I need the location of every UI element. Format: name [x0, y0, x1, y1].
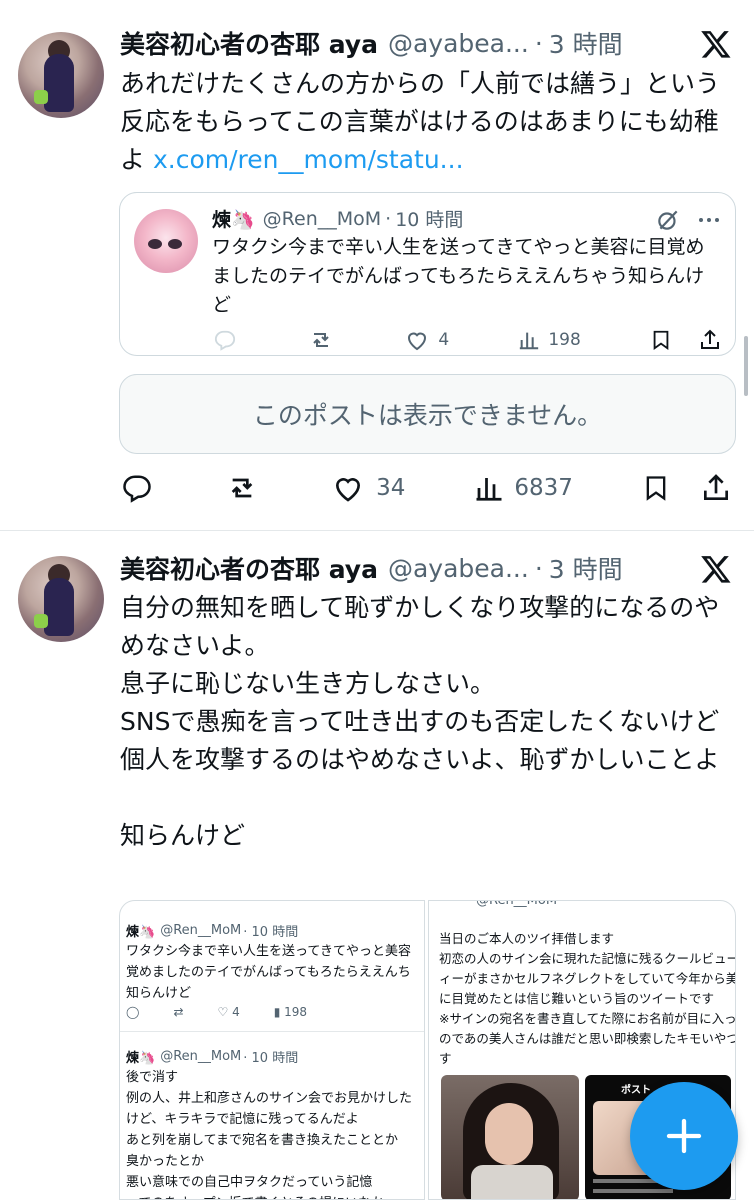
quote-time: 10 時間 — [395, 209, 464, 231]
media-right-header: @Ren__MoM — [471, 900, 558, 908]
media-tweet1-text: ワタクシ今まで辛い人生を送ってきてやっと美容 覚めましたのテイでがんばってもろた… — [126, 944, 411, 1001]
author-handle[interactable]: @ayabea... — [388, 29, 529, 58]
author-name[interactable]: 美容初心者の杏耶 aya — [120, 25, 378, 61]
post-time[interactable]: 3 時間 — [549, 25, 623, 61]
post-header: 美容初心者の杏耶 aya @ayabea... · 3 時間 — [120, 551, 623, 585]
unavailable-post-notice: このポストは表示できません。 — [119, 374, 736, 454]
media-tweet1-like-count: 4 — [232, 1005, 240, 1019]
share-icon[interactable] — [700, 472, 732, 504]
quoted-post[interactable]: 煉🦄 @Ren__MoM · 10 時間 ワタクシ今まで辛い人生を送ってきてやっ… — [119, 192, 736, 356]
compose-button[interactable] — [630, 1082, 738, 1190]
quote-text: ワタクシ今まで辛い人生を送ってきてやっと美容に目覚めましたのテイでがんばってもろ… — [212, 236, 705, 316]
reply-icon[interactable] — [120, 473, 154, 503]
quote-header: 煉🦄 @Ren__MoM · 10 時間 — [212, 205, 463, 232]
media-tweet1-time: · 10 時間 — [243, 925, 299, 940]
post-header: 美容初心者の杏耶 aya @ayabea... · 3 時間 — [120, 26, 623, 60]
repost-icon[interactable] — [307, 328, 335, 352]
quote-like[interactable]: 4 — [404, 328, 449, 352]
bookmark-icon[interactable] — [650, 328, 672, 352]
woman-photo — [441, 1075, 579, 1199]
media-tweet1-likes: ♡ 4 — [217, 1005, 240, 1019]
post-1[interactable]: 美容初心者の杏耶 aya @ayabea... · 3 時間 あれだけたくさんの… — [0, 0, 754, 530]
like-button[interactable]: 34 — [330, 472, 405, 504]
plus-icon — [666, 1118, 702, 1154]
quote-link[interactable]: x.com/ren__mom/statu... — [153, 145, 464, 174]
like-icon[interactable] — [330, 472, 366, 504]
avatar[interactable] — [18, 32, 104, 118]
right-actions — [642, 472, 732, 504]
more-icon[interactable] — [697, 208, 721, 232]
separator-dot: · — [385, 207, 392, 230]
reply-icon[interactable] — [212, 329, 238, 351]
post-time[interactable]: 3 時間 — [549, 550, 623, 586]
repost-icon[interactable] — [223, 472, 261, 504]
author-handle[interactable]: @ayabea... — [388, 554, 529, 583]
quote-view-count: 198 — [548, 330, 581, 350]
scrollbar[interactable] — [744, 336, 748, 396]
x-logo-icon[interactable] — [700, 553, 732, 585]
quote-like-count: 4 — [438, 330, 450, 350]
bookmark-icon[interactable] — [642, 472, 670, 504]
media-tweet2-text: 後で消す 例の人、井上和彦さんのサイン会でお見かけした けど、キラキラで記憶に残… — [126, 1070, 413, 1199]
media-tweet2-header: 煉🦄 @Ren__MoM · 10 時間 — [126, 1047, 298, 1066]
views-icon — [476, 478, 502, 501]
media-tweet1-handle: @Ren__MoM — [160, 923, 242, 938]
quote-avatar[interactable] — [134, 209, 198, 273]
views-icon — [520, 332, 539, 350]
share-icon[interactable] — [698, 328, 722, 352]
media-right-handle: @Ren__MoM — [476, 900, 558, 908]
media-tweet1-view-count: 198 — [284, 1005, 308, 1019]
quote-views[interactable]: 198 — [518, 329, 581, 351]
phone-screenshot-label: ポスト — [621, 1085, 651, 1096]
x-logo-icon[interactable] — [700, 28, 732, 60]
media-tweet1-actions: ◯ ⇄ ♡ 4 ▮ 198 — [126, 1005, 307, 1019]
media-image-left[interactable]: 煉🦄 @Ren__MoM · 10 時間 ワタクシ今まで辛い人生を送ってきてやっ… — [119, 900, 425, 1200]
quote-author-name[interactable]: 煉🦄 — [212, 205, 255, 232]
separator-dot: · — [534, 28, 543, 58]
quote-top-icons — [655, 207, 721, 233]
view-count: 6837 — [514, 475, 573, 501]
quote-right-actions — [650, 328, 722, 352]
like-icon[interactable] — [404, 328, 430, 352]
reply-icon: ◯ — [126, 1005, 140, 1019]
grok-icon[interactable] — [655, 207, 681, 233]
author-name[interactable]: 美容初心者の杏耶 aya — [120, 550, 378, 586]
avatar[interactable] — [18, 556, 104, 642]
media-right-text: 当日のご本人のツイ拝借します 初恋の人のサイン会に現れた記憶に残るクールビューテ… — [439, 931, 736, 1066]
media-tweet2-name: 煉🦄 — [126, 1051, 156, 1066]
quote-action-bar: 4 198 — [212, 327, 722, 353]
like-count: 34 — [376, 475, 406, 501]
media-tweet2-handle: @Ren__MoM — [160, 1049, 242, 1064]
quote-author-handle[interactable]: @Ren__MoM — [263, 208, 382, 230]
separator-dot: · — [534, 553, 543, 583]
repost-icon: ⇄ — [173, 1005, 184, 1019]
media-tweet2-time: · 10 時間 — [243, 1051, 299, 1066]
post-text: あれだけたくさんの方からの「人前では繕う」という反応をもらってこの言葉がはけるの… — [120, 65, 730, 179]
media-tweet1-name: 煉🦄 — [126, 925, 156, 940]
action-bar: 34 6837 — [120, 470, 732, 506]
post-text: 自分の無知を晒して恥ずかしくなり攻撃的になるのやめなさいよ。 息子に恥じない生き… — [120, 593, 720, 850]
media-tweet1-header: 煉🦄 @Ren__MoM · 10 時間 — [126, 921, 298, 940]
media-tweet1-views: ▮ 198 — [273, 1005, 308, 1019]
views-button[interactable]: 6837 — [474, 473, 573, 503]
